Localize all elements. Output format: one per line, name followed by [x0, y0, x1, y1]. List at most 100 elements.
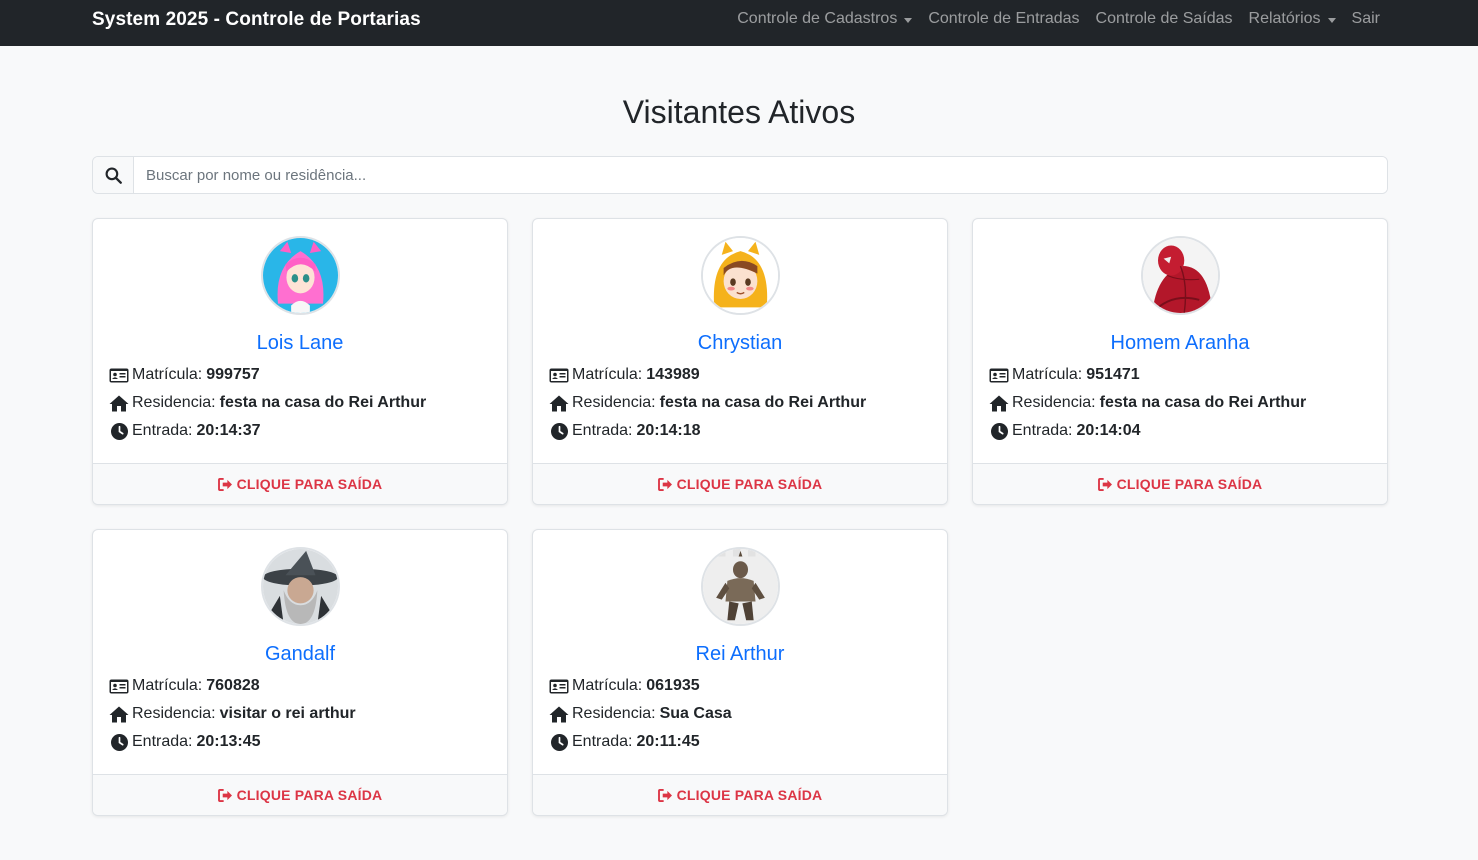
search-group: [92, 156, 1388, 194]
visitor-card-rei-arthur: Rei Arthur Matrícula: 061935 Residencia:…: [532, 529, 948, 816]
clock-icon: [549, 422, 569, 440]
residencia-value: festa na casa do Rei Arthur: [219, 394, 427, 411]
matricula-label: Matrícula:: [132, 366, 203, 383]
matricula-row: Matrícula: 061935: [549, 676, 700, 696]
sign-out-icon: [657, 788, 672, 802]
id-card-icon: [109, 366, 129, 384]
card-footer: CLIQUE PARA SAÍDA: [93, 774, 507, 815]
exit-button[interactable]: CLIQUE PARA SAÍDA: [217, 787, 383, 803]
matricula-label: Matrícula:: [1012, 366, 1083, 383]
matricula-value: 061935: [646, 677, 700, 694]
matricula-label: Matrícula:: [132, 677, 203, 694]
entrada-row: Entrada: 20:13:45: [109, 732, 261, 752]
residencia-value: festa na casa do Rei Arthur: [1099, 394, 1307, 411]
nav-link-controle-de-entradas[interactable]: Controle de Entradas: [928, 10, 1079, 28]
entrada-row: Entrada: 20:14:18: [549, 421, 701, 441]
navbar-brand[interactable]: System 2025 - Controle de Portarias: [92, 9, 421, 31]
matricula-value: 143989: [646, 366, 700, 383]
exit-button[interactable]: CLIQUE PARA SAÍDA: [657, 476, 823, 492]
nav-link-label: Sair: [1351, 10, 1380, 27]
residencia-value: Sua Casa: [659, 705, 732, 722]
matricula-row: Matrícula: 760828: [109, 676, 260, 696]
exit-button-label: CLIQUE PARA SAÍDA: [676, 476, 823, 492]
visitor-card-homem-aranha: Homem Aranha Matrícula: 951471 Residenci…: [972, 218, 1388, 505]
exit-button-label: CLIQUE PARA SAÍDA: [676, 787, 823, 803]
nav-link-controle-de-saidas[interactable]: Controle de Saídas: [1096, 10, 1233, 28]
search-addon: [93, 157, 134, 193]
entrada-row: Entrada: 20:11:45: [549, 732, 700, 752]
entrada-row: Entrada: 20:14:37: [109, 421, 261, 441]
residencia-row: Residencia: festa na casa do Rei Arthur: [109, 393, 426, 413]
residencia-row: Residencia: visitar o rei arthur: [109, 704, 356, 724]
visitor-name: Chrystian: [697, 332, 783, 354]
clock-icon: [549, 733, 569, 751]
clock-icon: [109, 422, 129, 440]
visitor-card-chrystian: Chrystian Matrícula: 143989 Residencia: …: [532, 218, 948, 505]
id-card-icon: [549, 677, 569, 695]
residencia-row: Residencia: Sua Casa: [549, 704, 732, 724]
top-navbar: System 2025 - Controle de Portarias Cont…: [0, 0, 1478, 46]
residencia-value: visitar o rei arthur: [219, 705, 356, 722]
matricula-row: Matrícula: 143989: [549, 365, 700, 385]
entrada-value: 20:13:45: [196, 733, 261, 750]
home-icon: [109, 394, 129, 412]
residencia-label: Residencia:: [1012, 394, 1096, 411]
entrada-value: 20:14:37: [196, 422, 261, 439]
clock-icon: [989, 422, 1009, 440]
sign-out-icon: [657, 477, 672, 491]
caret-down-icon: [1327, 17, 1336, 23]
exit-button[interactable]: CLIQUE PARA SAÍDA: [657, 787, 823, 803]
nav-link-sair[interactable]: Sair: [1352, 10, 1380, 28]
matricula-value: 951471: [1086, 366, 1140, 383]
exit-button[interactable]: CLIQUE PARA SAÍDA: [217, 476, 383, 492]
matricula-label: Matrícula:: [572, 677, 643, 694]
search-icon: [105, 167, 122, 184]
entrada-label: Entrada:: [572, 733, 633, 750]
entrada-label: Entrada:: [132, 422, 193, 439]
id-card-icon: [989, 366, 1009, 384]
nav-link-relatorios[interactable]: Relatórios: [1249, 10, 1336, 28]
entrada-value: 20:14:18: [636, 422, 701, 439]
nav-links: Controle de Cadastros Controle de Entrad…: [737, 10, 1380, 28]
sign-out-icon: [217, 788, 232, 802]
avatar-pink-hair-character: [261, 236, 340, 315]
id-card-icon: [549, 366, 569, 384]
nav-link-label: Controle de Saídas: [1095, 10, 1233, 27]
id-card-icon: [109, 677, 129, 695]
card-footer: CLIQUE PARA SAÍDA: [973, 463, 1387, 504]
visitor-card-lois-lane: Lois Lane Matrícula: 999757 Residencia: …: [92, 218, 508, 505]
clock-icon: [109, 733, 129, 751]
avatar-wizard-hat: [261, 547, 340, 626]
matricula-label: Matrícula:: [572, 366, 643, 383]
nav-link-controle-de-cadastros[interactable]: Controle de Cadastros: [737, 10, 913, 28]
visitor-name: Gandalf: [264, 643, 336, 665]
entrada-label: Entrada:: [572, 422, 633, 439]
avatar-yellow-hood-character: [701, 236, 780, 315]
residencia-value: festa na casa do Rei Arthur: [659, 394, 867, 411]
card-footer: CLIQUE PARA SAÍDA: [533, 774, 947, 815]
residencia-row: Residencia: festa na casa do Rei Arthur: [549, 393, 866, 413]
exit-button-label: CLIQUE PARA SAÍDA: [1116, 476, 1263, 492]
visitor-name: Lois Lane: [256, 332, 344, 354]
search-input[interactable]: [134, 157, 1387, 193]
exit-button[interactable]: CLIQUE PARA SAÍDA: [1097, 476, 1263, 492]
entrada-value: 20:14:04: [1076, 422, 1141, 439]
visitor-name: Homem Aranha: [1110, 332, 1250, 354]
residencia-label: Residencia:: [132, 705, 216, 722]
home-icon: [109, 705, 129, 723]
sign-out-icon: [1097, 477, 1112, 491]
nav-link-label: Controle de Entradas: [928, 10, 1080, 27]
nav-link-label: Relatórios: [1248, 10, 1321, 27]
matricula-value: 760828: [206, 677, 260, 694]
residencia-label: Residencia:: [132, 394, 216, 411]
nav-link-label: Controle de Cadastros: [737, 10, 898, 27]
sign-out-icon: [217, 477, 232, 491]
home-icon: [549, 705, 569, 723]
card-footer: CLIQUE PARA SAÍDA: [93, 463, 507, 504]
matricula-row: Matrícula: 999757: [109, 365, 260, 385]
matricula-value: 999757: [206, 366, 260, 383]
exit-button-label: CLIQUE PARA SAÍDA: [236, 476, 383, 492]
avatar-knight-armor: [701, 547, 780, 626]
residencia-row: Residencia: festa na casa do Rei Arthur: [989, 393, 1306, 413]
card-footer: CLIQUE PARA SAÍDA: [533, 463, 947, 504]
